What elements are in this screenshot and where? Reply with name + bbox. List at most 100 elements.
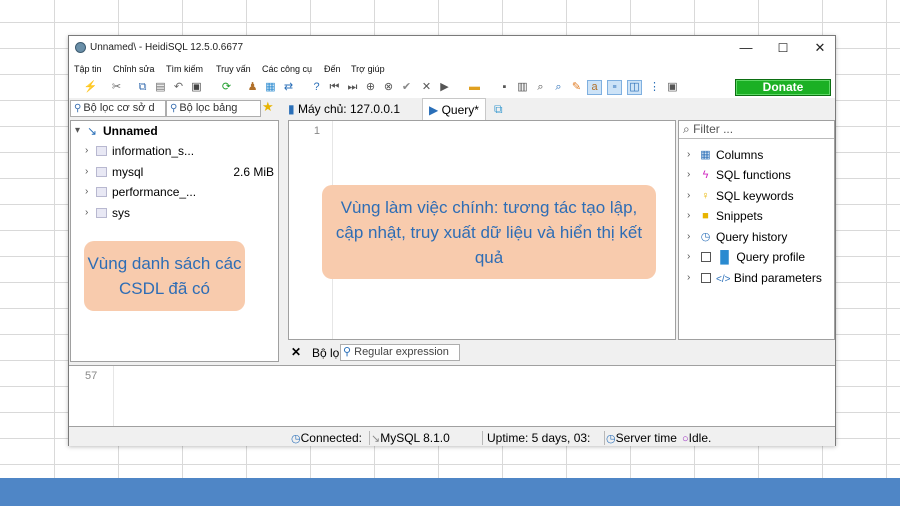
table-filter-input[interactable]: ⚲ Bộ lọc bảng [166,100,261,117]
connect-icon[interactable]: ⚡ [83,80,98,95]
helpers-filter-input[interactable]: ⌕ Filter ... [679,121,834,139]
menu-file[interactable]: Tập tin [74,64,102,74]
key-icon: ♀ [701,190,710,202]
tree-item-information-schema[interactable]: › information_s... [71,141,278,161]
undo-icon[interactable]: ↶ [171,80,186,95]
delete-row-icon[interactable]: ⊗ [381,80,396,95]
save-icon[interactable]: ▪ [497,80,512,95]
menu-help[interactable]: Trợ giúp [351,64,385,74]
chevron-right-icon[interactable]: › [687,165,690,185]
checkbox-icon[interactable] [699,268,712,288]
chevron-right-icon[interactable]: › [687,145,690,165]
run-query-icon[interactable]: ▶ [437,80,452,95]
chevron-right-icon[interactable]: › [687,206,690,226]
menu-goto[interactable]: Đến [324,64,341,74]
chevron-right-icon[interactable]: › [85,182,88,202]
filter-funnel-icon: ⚲ [170,103,178,114]
more-icon[interactable]: ⋮ [647,80,662,95]
helper-columns[interactable]: › ▦ Columns [679,145,834,165]
tree-root-label: Unnamed [103,124,158,138]
add-row-icon[interactable]: ⊕ [363,80,378,95]
clear-icon[interactable]: ✎ [569,80,584,95]
first-icon[interactable]: ⏮ [327,80,342,95]
checkbox-icon[interactable] [699,247,712,267]
chevron-right-icon[interactable]: › [85,141,88,161]
copy-icon[interactable]: ⧉ [135,80,150,95]
donate-button[interactable]: Donate [735,79,831,96]
chevron-right-icon[interactable]: › [687,227,690,247]
close-filter-icon[interactable]: ✕ [291,345,301,359]
line-number: 1 [313,125,320,137]
maximize-button[interactable]: ☐ [768,38,798,58]
minimize-button[interactable]: — [731,38,761,58]
star-icon[interactable]: ★ [262,99,274,115]
cancel-icon[interactable]: ✕ [419,80,434,95]
help-icon[interactable]: ? [309,80,324,95]
db-filter-input[interactable]: ⚲ Bộ lọc cơ sở d [70,100,166,117]
chevron-right-icon[interactable]: › [85,203,88,223]
menu-query[interactable]: Truy vấn [216,64,251,74]
connection-icon: ↘ [87,124,98,138]
tree-item-sys[interactable]: › sys [71,203,278,223]
filter-tab[interactable]: Bộ lọ [312,346,339,360]
refresh-icon[interactable]: ⟳ [219,80,234,95]
db-size: 2.6 MiB [233,165,274,179]
helper-sql-functions[interactable]: › ϟ SQL functions [679,165,834,185]
divider [369,431,370,445]
regex-checkbox[interactable]: ⚲ Regular expression [340,344,460,361]
tree-item-mysql[interactable]: › mysql 2.6 MiB [71,162,278,182]
helper-snippets[interactable]: › ■ Snippets [679,206,834,226]
new-query-tab-icon[interactable]: ⧉ [494,98,503,120]
find-icon[interactable]: ⌕ [533,80,548,95]
menu-tools[interactable]: Các công cụ [262,64,312,74]
menu-edit[interactable]: Chỉnh sửa [113,64,155,74]
lightning-icon: ϟ [702,169,709,181]
dolphin-icon: ↘ [371,433,381,445]
menu-search[interactable]: Tìm kiếm [166,64,203,74]
helper-sql-keywords[interactable]: › ♀ SQL keywords [679,186,834,206]
logo-box-icon[interactable]: ▣ [665,80,680,95]
tree-item-performance-schema[interactable]: › performance_... [71,182,278,202]
save-as-icon[interactable]: ▥ [515,80,530,95]
query-editor[interactable]: 1 Vùng làm việc chính: tương tác tạo lập… [288,120,676,340]
tab-query[interactable]: ▶ Query* [422,98,486,120]
post-icon[interactable]: ✔ [399,80,414,95]
last-icon[interactable]: ⏭ [345,80,360,95]
tab-host[interactable]: ▮ Máy chủ: 127.0.0.1 [288,98,400,120]
helper-query-history[interactable]: › ◷ Query history [679,227,834,247]
paste-icon[interactable]: ▤ [153,80,168,95]
table-filter-placeholder: Bộ lọc bảng [179,102,238,114]
regex-label: Regular expression [354,346,449,358]
export-icon[interactable]: ▦ [263,80,278,95]
filter-icon[interactable]: ◫ [627,80,642,95]
chevron-right-icon[interactable]: › [85,162,88,182]
status-server-time: ◷Server time [606,431,677,445]
toolbar: ⚡ ✂ ⧉ ▤ ↶ ▣ ⟳ ♟ ▦ ⇄ ? ⏮ ⏭ ⊕ ⊗ ✔ ✕ ▶ ▬ ▪ … [69,78,835,98]
disconnect-icon[interactable]: ✂ [109,80,124,95]
open-file-icon[interactable]: ▬ [467,80,482,95]
chevron-right-icon[interactable]: › [687,268,690,288]
divider [482,431,483,445]
helper-bind-parameters[interactable]: › </> Bind parameters [679,268,834,288]
regex-icon: ⚲ [343,346,352,358]
word-wrap-icon[interactable]: ≡ [607,80,622,95]
chevron-right-icon[interactable]: › [687,247,690,267]
sql-log[interactable]: 57 [69,365,835,427]
tree-root-unnamed[interactable]: ▾ ↘ Unnamed [71,121,278,141]
format-sql-icon[interactable]: a [587,80,602,95]
user-manager-icon[interactable]: ♟ [245,80,260,95]
chevron-right-icon[interactable]: › [687,186,690,206]
helper-query-profile[interactable]: › ▐▌ Query profile [679,247,834,267]
result-filter-bar: ✕ Bộ lọ ⚲ Regular expression [288,342,835,364]
folder-icon: ■ [702,210,709,222]
print-icon[interactable]: ▣ [189,80,204,95]
tab-host-label: Máy chủ: 127.0.0.1 [297,102,401,116]
transfer-icon[interactable]: ⇄ [281,80,296,95]
db-filter-placeholder: Bộ lọc cơ sở d [83,102,155,114]
replace-icon[interactable]: ⌕ [551,80,566,95]
chevron-down-icon[interactable]: ▾ [75,121,80,141]
window-title: Unnamed\ - HeidiSQL 12.5.0.6677 [90,42,244,53]
database-icon [96,146,107,156]
close-button[interactable]: ✕ [805,38,835,58]
code-icon: </> [716,274,731,285]
